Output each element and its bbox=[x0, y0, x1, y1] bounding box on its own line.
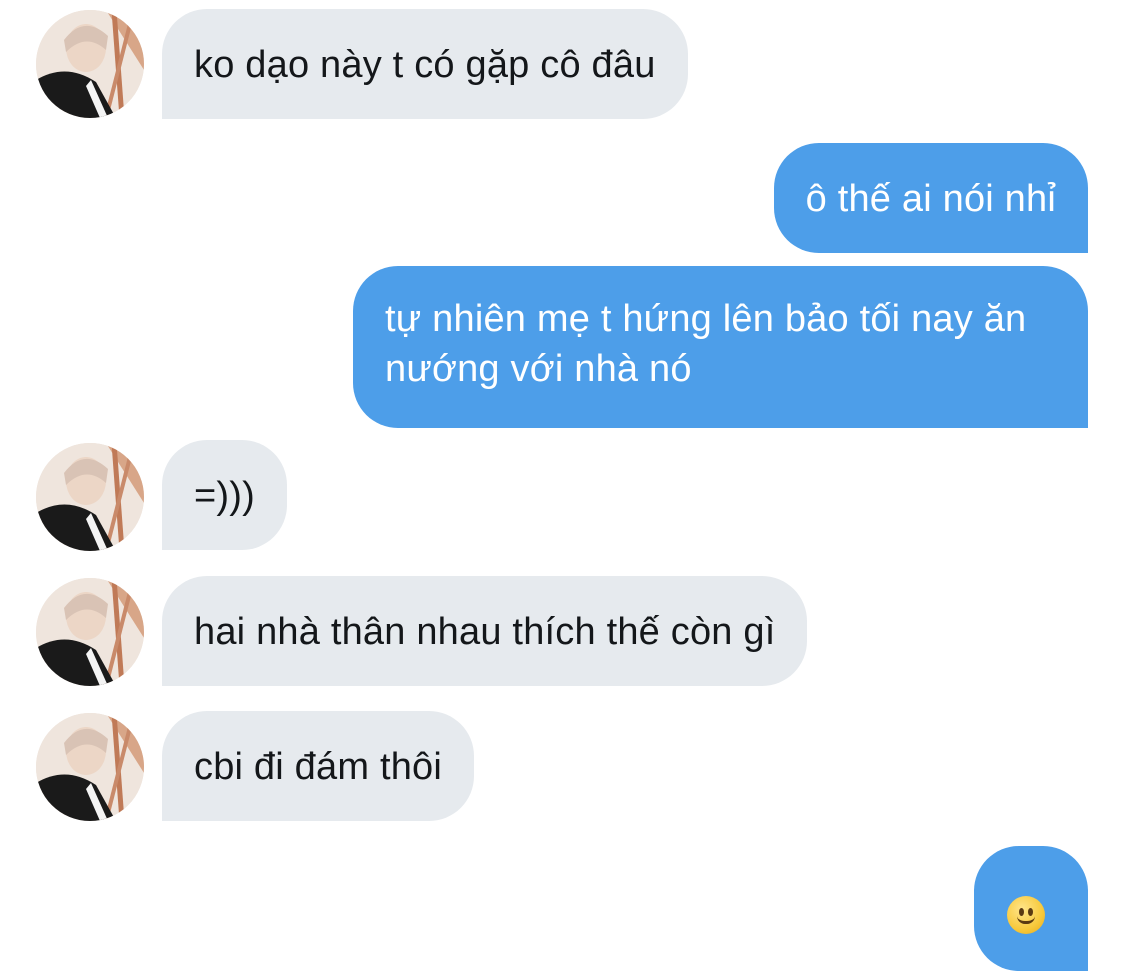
contact-avatar[interactable] bbox=[36, 443, 144, 551]
message-text: =))) bbox=[194, 475, 255, 517]
message-bubble-incoming[interactable]: ko dạo này t có gặp cô đâu bbox=[162, 9, 688, 119]
contact-avatar[interactable] bbox=[36, 10, 144, 118]
contact-avatar[interactable] bbox=[36, 578, 144, 686]
message-bubble-incoming[interactable]: cbi đi đám thôi bbox=[162, 711, 475, 821]
message-text: cbi đi đám thôi bbox=[194, 746, 443, 788]
message-bubble-incoming[interactable]: hai nhà thân nhau thích thế còn gì bbox=[162, 576, 808, 686]
slightly-smiling-face-emoji-icon bbox=[1007, 896, 1045, 934]
message-text: hai nhà thân nhau thích thế còn gì bbox=[194, 611, 776, 653]
contact-avatar[interactable] bbox=[36, 713, 144, 821]
message-text: tự nhiên mẹ t hứng lên bảo tối nay ăn nư… bbox=[385, 298, 1027, 390]
message-bubble-outgoing[interactable]: tự nhiên mẹ t hứng lên bảo tối nay ăn nư… bbox=[353, 266, 1088, 428]
message-text: ô thế ai nói nhỉ bbox=[805, 178, 1056, 220]
message-bubble-outgoing[interactable]: ô thế ai nói nhỉ bbox=[773, 143, 1088, 253]
message-bubble-outgoing[interactable] bbox=[974, 846, 1088, 971]
message-bubble-incoming[interactable]: =))) bbox=[162, 440, 287, 550]
message-text: ko dạo này t có gặp cô đâu bbox=[194, 44, 656, 86]
